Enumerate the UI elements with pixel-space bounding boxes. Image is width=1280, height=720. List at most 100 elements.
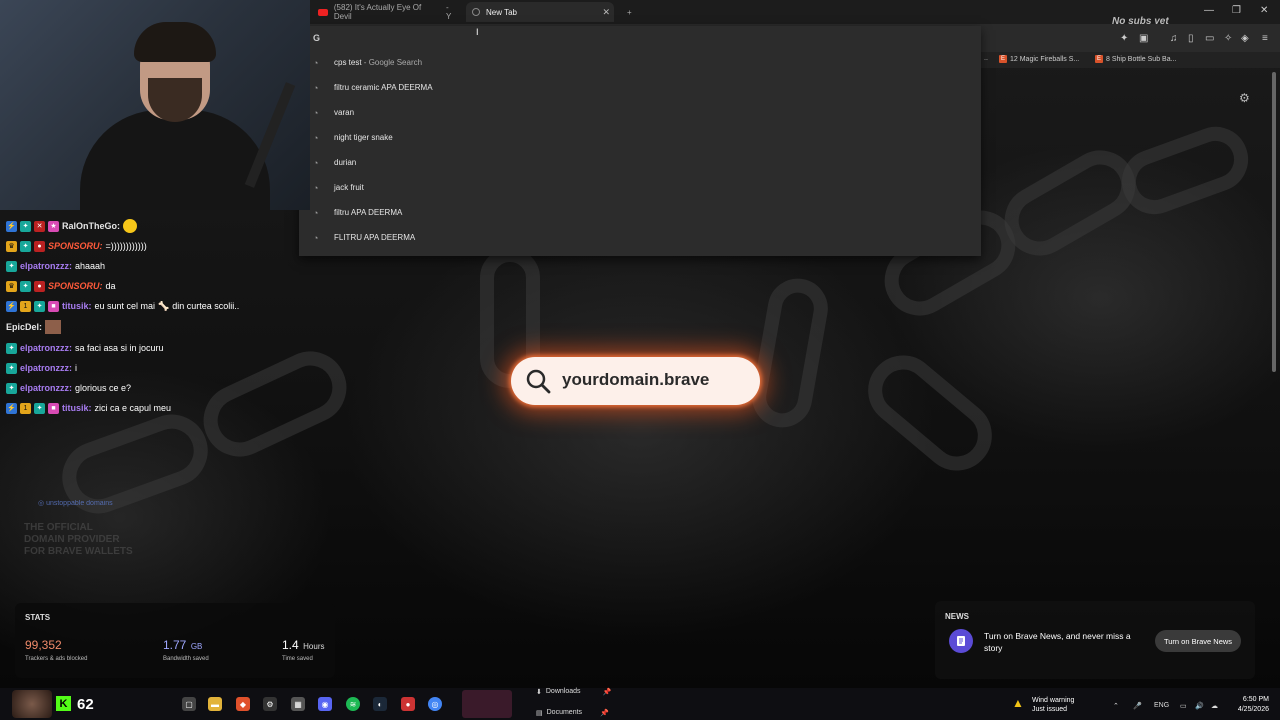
leo-icon[interactable]: ✧ <box>1224 33 1232 44</box>
chat-text: zici ca e capul meu <box>94 403 172 413</box>
plus-icon: + <box>627 7 632 17</box>
bookmark-icon: E <box>999 55 1007 63</box>
suggestion-text: night tiger snake <box>334 133 393 142</box>
discord-icon[interactable]: ◉ <box>318 697 332 711</box>
suggestion-text: durian <box>334 158 357 167</box>
jump-list-item[interactable]: ▤ Documents 📌 <box>536 709 609 717</box>
settings-app-icon[interactable]: ⚙ <box>263 697 277 711</box>
scrollbar[interactable] <box>1272 72 1276 372</box>
suggestion-item[interactable]: ◔ filtru APA DEERMA <box>299 200 981 225</box>
settings-gear-icon[interactable]: ⚙ <box>1239 91 1250 105</box>
pin-icon[interactable]: 📌 <box>603 688 612 696</box>
bookmark-item[interactable]: E 8 Ship Bottle Sub Ba... <box>1095 55 1176 63</box>
app-thumbnail[interactable] <box>462 690 512 718</box>
clock-date: 4/25/2026 <box>1237 706 1269 713</box>
history-icon: ◔ <box>313 57 319 68</box>
clock-time: 6:50 PM <box>1242 696 1269 703</box>
volume-icon[interactable]: 🔊 <box>1195 702 1204 710</box>
display-icon[interactable]: ▭ <box>1180 702 1187 710</box>
chrome-icon[interactable]: ◎ <box>428 697 442 711</box>
brave-shield-icon[interactable]: ◈ <box>1241 33 1249 44</box>
pin-icon[interactable]: 📌 <box>600 709 609 717</box>
brave-taskbar-icon[interactable]: ◆ <box>236 697 250 711</box>
badge-icon: 1 <box>20 300 31 312</box>
smile-emote-icon <box>123 219 137 233</box>
extension-icon[interactable]: ✦ <box>1120 33 1128 44</box>
restore-icon[interactable]: ❐ <box>1232 5 1241 16</box>
chat-message: ✦ elpatronzzz: sa faci asa si in jocuru <box>6 340 164 356</box>
wallet-icon[interactable]: ▭ <box>1205 33 1214 44</box>
badge-icon: ★ <box>48 220 59 232</box>
weather-widget[interactable]: Wind warning Just issued <box>1032 696 1074 714</box>
suggestion-item[interactable]: ◔ night tiger snake <box>299 125 981 150</box>
stat-value: 1.77 <box>163 638 187 652</box>
download-icon: ⬇ <box>536 689 542 696</box>
badge-icon: ♛ <box>6 280 17 292</box>
close-icon[interactable]: ✕ <box>602 7 610 18</box>
bookmark-overflow[interactable]: .. <box>984 55 988 62</box>
chat-username: EpicDel: <box>6 322 43 332</box>
kick-icon: K <box>56 696 71 711</box>
suggestion-item[interactable]: ◔ varan <box>299 100 981 125</box>
omnibox-dropdown: ◔ cps test - Google Search ◔ filtru cera… <box>299 26 981 256</box>
stats-title: STATS <box>25 613 51 622</box>
suggestion-item[interactable]: ◔ cps test - Google Search <box>299 50 981 75</box>
tab-new-tab[interactable]: New Tab ✕ <box>466 2 614 22</box>
chat-message: ⚡ ✦ ✕ ★ RalOnTheGo: <box>6 218 137 234</box>
chevron-up-icon[interactable]: ⌃ <box>1113 702 1119 710</box>
music-icon[interactable]: ♫ <box>1170 33 1178 44</box>
sponsored-search-pill[interactable]: yourdomain.brave <box>511 357 760 405</box>
chat-text: glorious ce e? <box>75 383 132 393</box>
bookmarks-bar: .. E 12 Magic Fireballs S... E 8 Ship Bo… <box>980 52 1280 68</box>
task-view-icon[interactable]: ▢ <box>182 697 196 711</box>
app-icon[interactable]: ● <box>401 697 415 711</box>
streamer-body <box>80 110 270 210</box>
tab-youtube[interactable]: (582) It's Actually Eye Of Devil - Y <box>312 2 462 22</box>
suggestion-item[interactable]: ◔ filtru ceramic APA DEERMA <box>299 75 981 100</box>
chat-username: SPONSORU: <box>48 241 103 251</box>
badge-icon: ✦ <box>20 280 31 292</box>
file-explorer-icon[interactable]: ▬ <box>208 697 222 711</box>
history-icon: ◔ <box>313 182 319 193</box>
microphone-icon[interactable]: 🎤 <box>1133 702 1142 710</box>
suggestion-item[interactable]: ◔ jack fruit <box>299 175 981 200</box>
badge-icon: ✦ <box>20 240 31 252</box>
jump-list-label: Documents <box>546 709 583 716</box>
chat-username: elpatronzzz: <box>20 383 73 393</box>
sidebar-icon[interactable]: ▯ <box>1188 33 1194 44</box>
minimize-icon[interactable]: — <box>1204 5 1214 16</box>
warning-icon[interactable]: ▲ <box>1012 696 1024 710</box>
weather-title: Wind warning <box>1032 697 1075 704</box>
suggestion-text: cps test <box>334 58 362 67</box>
steam-icon[interactable]: ◐ <box>373 697 387 711</box>
viewer-count: 62 <box>77 696 94 713</box>
brave-icon <box>472 8 480 16</box>
new-tab-button[interactable]: + <box>621 2 638 22</box>
stat-bandwidth: 1.77 GB Bandwidth saved <box>163 636 209 662</box>
chat-text: =)))))))))))) <box>105 241 147 251</box>
chat-text: sa faci asa si in jocuru <box>75 343 164 353</box>
turn-on-brave-news-button[interactable]: Turn on Brave News <box>1155 630 1241 652</box>
suggestion-item[interactable]: ◔ FLITRU APA DEERMA <box>299 225 981 250</box>
menu-icon[interactable]: ≡ <box>1262 33 1268 44</box>
spotify-icon[interactable]: ≋ <box>346 697 360 711</box>
badge-icon: ● <box>34 240 45 252</box>
chat-message: ✦ elpatronzzz: i <box>6 360 77 376</box>
system-clock[interactable]: 6:50 PM 4/25/2026 <box>1229 695 1269 715</box>
bookmark-label: 8 Ship Bottle Sub Ba... <box>1106 55 1177 63</box>
calculator-icon[interactable]: ▦ <box>291 697 305 711</box>
chain-decoration <box>747 273 833 433</box>
chain-decoration <box>191 339 359 469</box>
sponsor-logo[interactable]: ◎ unstoppable domains <box>38 499 113 507</box>
avatar <box>12 690 52 718</box>
suggestion-item[interactable]: ◔ durian <box>299 150 981 175</box>
jump-list-label: Downloads <box>545 688 581 695</box>
translate-icon[interactable]: ▣ <box>1139 33 1148 44</box>
network-icon[interactable]: ☁ <box>1211 702 1218 710</box>
language-indicator[interactable]: ENG <box>1154 702 1169 709</box>
badge-icon: ■ <box>48 402 59 414</box>
jump-list-item[interactable]: ⬇ Downloads 📌 <box>536 688 611 696</box>
close-window-icon[interactable]: ✕ <box>1260 5 1268 16</box>
stat-label: Trackers & ads blocked <box>25 656 88 662</box>
bookmark-item[interactable]: E 12 Magic Fireballs S... <box>999 55 1079 63</box>
